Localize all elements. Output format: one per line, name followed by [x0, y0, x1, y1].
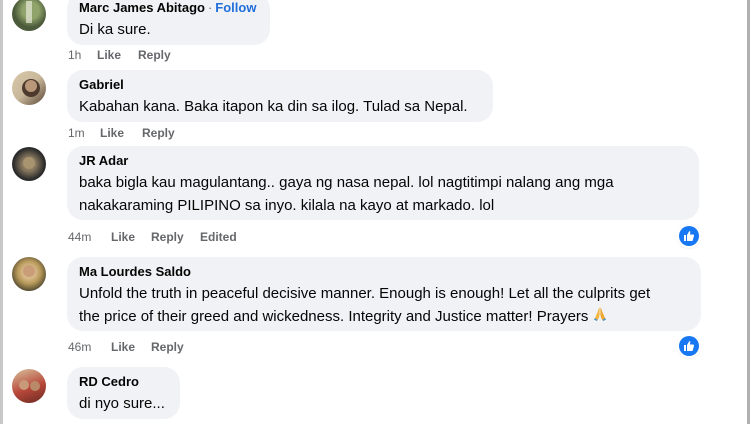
- thumbs-up-icon: [684, 341, 695, 351]
- avatar-photo: [23, 265, 35, 277]
- avatar[interactable]: [12, 147, 46, 181]
- comment-timestamp[interactable]: 1m: [68, 126, 100, 140]
- comment-timestamp[interactable]: 44m: [68, 230, 111, 244]
- reply-button[interactable]: Reply: [151, 230, 200, 244]
- comment-bubble: Gabriel Kabahan kana. Baka itapon ka din…: [67, 70, 493, 122]
- comment-bubble: JR Adar baka bigla kau magulantang.. gay…: [67, 146, 699, 220]
- comment-bubble: RD Cedro di nyo sure...: [67, 367, 180, 419]
- comment-text: Kabahan kana. Baka itapon ka din sa ilog…: [79, 98, 468, 115]
- reply-button[interactable]: Reply: [142, 126, 175, 140]
- comment-text-line-1: Unfold the truth in peaceful decisive ma…: [79, 285, 651, 302]
- avatar-photo: [19, 380, 40, 391]
- comment-text-line-2: nakakaraming PILIPINO sa inyo. kilala na…: [79, 197, 495, 214]
- comment-actions: 44m Like Reply Edited: [68, 230, 237, 244]
- comment-timestamp[interactable]: 1h: [68, 48, 97, 62]
- praying-hands-emoji-icon: [592, 306, 608, 329]
- window-edge-left: [0, 0, 3, 424]
- comment-text: di nyo sure...: [79, 395, 165, 412]
- avatar-photo: [23, 157, 35, 169]
- comment-timestamp[interactable]: 46m: [68, 340, 111, 354]
- follow-button[interactable]: Follow: [215, 0, 256, 15]
- avatar[interactable]: [12, 369, 46, 403]
- like-button[interactable]: Like: [111, 340, 151, 354]
- comment-bubble: Marc James Abitago · Follow Di ka sure.: [67, 0, 270, 45]
- commenter-name[interactable]: JR Adar: [79, 153, 687, 169]
- separator-dot: ·: [207, 0, 213, 15]
- like-button[interactable]: Like: [100, 126, 142, 140]
- like-button[interactable]: Like: [97, 48, 138, 62]
- like-button[interactable]: Like: [111, 230, 151, 244]
- comment-bubble: Ma Lourdes Saldo Unfold the truth in pea…: [67, 257, 701, 331]
- like-reaction-badge[interactable]: [679, 336, 699, 356]
- reply-button[interactable]: Reply: [138, 48, 171, 62]
- comment-actions: 46m Like Reply: [68, 340, 184, 354]
- comment-actions: 1m Like Reply: [68, 126, 175, 140]
- reply-button[interactable]: Reply: [151, 340, 184, 354]
- thumbs-up-icon: [684, 231, 695, 241]
- like-reaction-badge[interactable]: [679, 226, 699, 246]
- avatar[interactable]: [12, 71, 46, 105]
- comment-text: Di ka sure.: [79, 21, 151, 38]
- avatar-photo: [22, 79, 40, 97]
- commenter-name[interactable]: Ma Lourdes Saldo: [79, 264, 689, 280]
- edited-label[interactable]: Edited: [200, 230, 237, 244]
- commenter-name[interactable]: Gabriel: [79, 77, 481, 93]
- comment-actions: 1h Like Reply: [68, 48, 171, 62]
- comment-text-line-1: baka bigla kau magulantang.. gaya ng nas…: [79, 174, 614, 191]
- comment-text-line-2: the price of their greed and wickedness.…: [79, 308, 589, 325]
- avatar-photo: [26, 1, 32, 23]
- avatar[interactable]: [12, 257, 46, 291]
- commenter-name[interactable]: RD Cedro: [79, 374, 168, 390]
- commenter-name[interactable]: Marc James Abitago: [79, 0, 205, 15]
- avatar[interactable]: [12, 0, 46, 31]
